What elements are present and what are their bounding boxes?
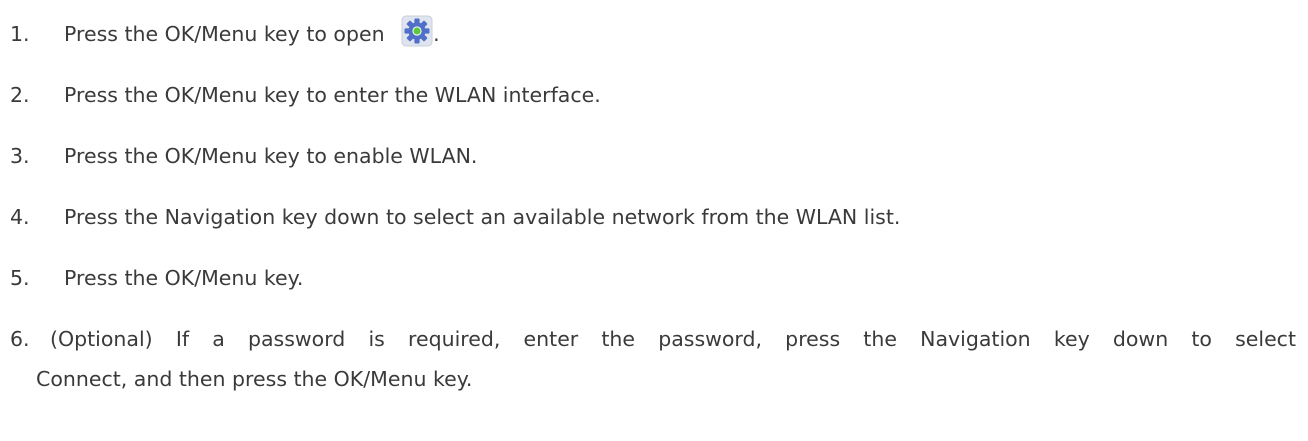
step-text-suffix: . [433, 22, 440, 46]
step-number: 1. [10, 22, 30, 46]
instruction-steps: 1. Press the OK/Menu key to open . 2. Pr… [10, 14, 1302, 420]
step-text: Press the OK/Menu key to open [64, 22, 392, 46]
step-2: 2. Press the OK/Menu key to enter the WLA… [10, 75, 1302, 115]
step-text: Press the OK/Menu key to enter the WLAN … [64, 83, 601, 107]
step-5: 5. Press the OK/Menu key. [10, 258, 1302, 298]
step-number: 6. [10, 327, 30, 351]
step-text: Press the OK/Menu key. [64, 266, 304, 290]
step-text: Press the OK/Menu key to enable WLAN. [64, 144, 478, 168]
step-line-1: 6. (Optional) If a password is required, … [10, 319, 1302, 359]
step-number: 3. [10, 144, 30, 168]
step-text: Press the Navigation key down to select … [64, 205, 901, 229]
step-number: 5. [10, 266, 30, 290]
step-line-2: Connect, and then press the OK/Menu key. [36, 367, 473, 391]
step-6: 6. (Optional) If a password is required, … [10, 319, 1302, 399]
step-number: 4. [10, 205, 30, 229]
step-number: 2. [10, 83, 30, 107]
settings-gear-icon [401, 15, 433, 47]
step-4: 4. Press the Navigation key down to selec… [10, 197, 1302, 237]
step-1: 1. Press the OK/Menu key to open . [10, 14, 1302, 54]
step-3: 3. Press the OK/Menu key to enable WLAN. [10, 136, 1302, 176]
step-text: (Optional) If a password is required, en… [50, 327, 1296, 351]
